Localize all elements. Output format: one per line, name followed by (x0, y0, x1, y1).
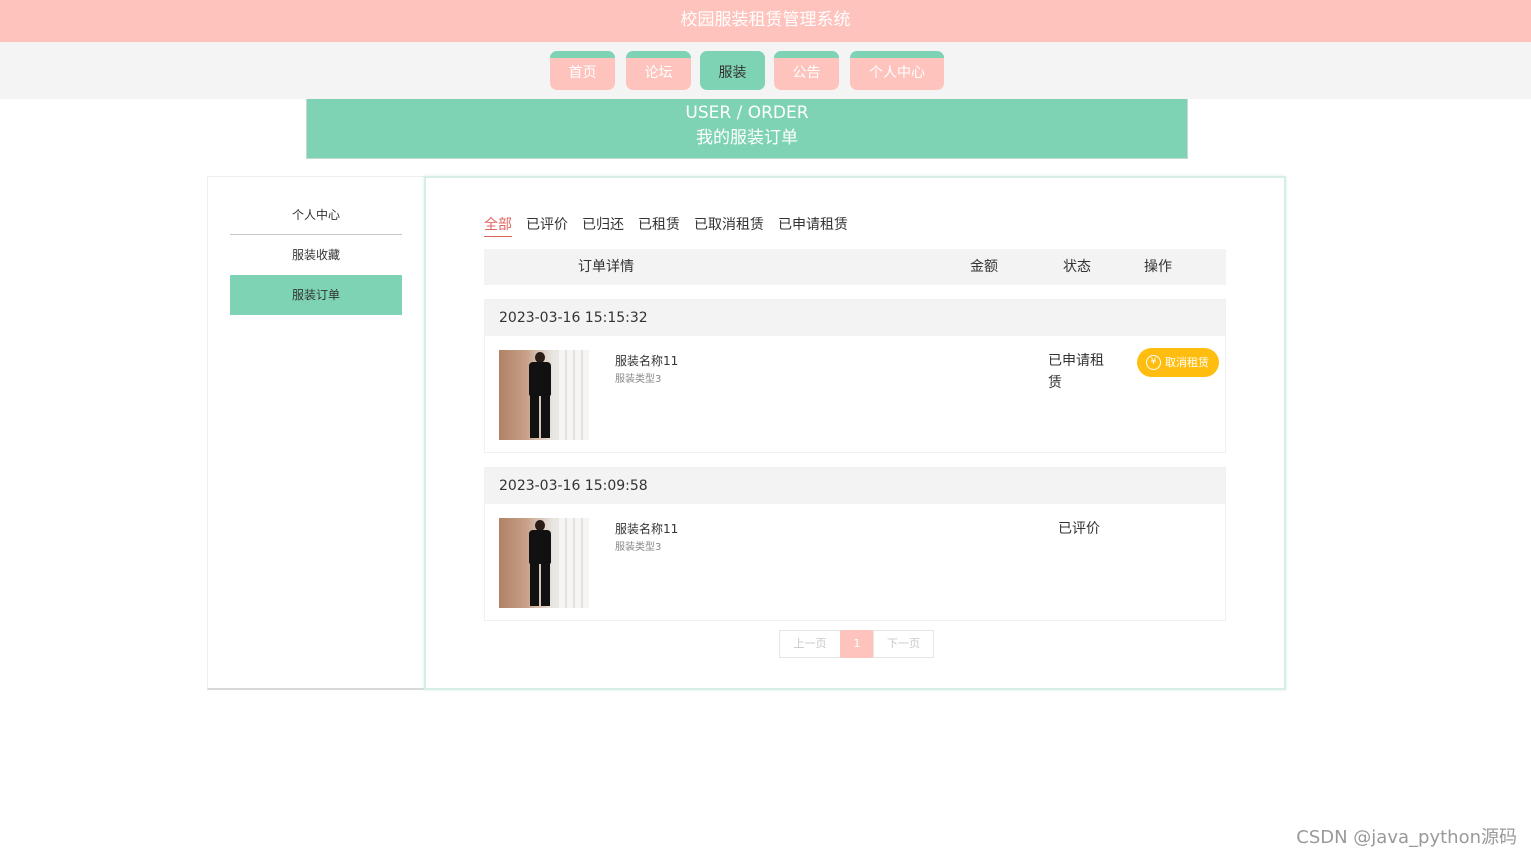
table-header: 订单详情 金额 状态 操作 (484, 249, 1226, 285)
order-time: 2023-03-16 15:15:32 (485, 300, 1225, 336)
tab-rented[interactable]: 已租赁 (638, 214, 680, 236)
product-image[interactable] (499, 350, 589, 440)
sidebar-item-personal-center[interactable]: 个人中心 (230, 195, 402, 235)
order-status: 已评价 (1058, 521, 1100, 537)
nav-item-home[interactable]: 首页 (550, 51, 615, 90)
watermark: CSDN @java_python源码 (1296, 827, 1517, 848)
order-tabs: 全部 已评价 已归还 已租赁 已取消租赁 已申请租赁 (484, 214, 862, 238)
banner-title-en: USER / ORDER (685, 103, 809, 123)
tab-returned[interactable]: 已归还 (582, 214, 624, 236)
order-time: 2023-03-16 15:09:58 (485, 468, 1225, 504)
next-page-button[interactable]: 下一页 (873, 630, 934, 658)
product-type: 服装类型3 (615, 374, 662, 385)
sidebar-item-orders[interactable]: 服装订单 (230, 275, 402, 315)
nav-item-personal-center[interactable]: 个人中心 (850, 51, 944, 90)
order-panel: 全部 已评价 已归还 已租赁 已取消租赁 已申请租赁 订单详情 金额 状态 操作… (424, 176, 1286, 690)
nav-item-forum[interactable]: 论坛 (626, 51, 691, 90)
banner-title-cn: 我的服装订单 (696, 128, 798, 148)
product-name[interactable]: 服装名称11 (615, 520, 678, 537)
header-action: 操作 (1144, 259, 1172, 275)
header-detail: 订单详情 (578, 259, 634, 275)
sidebar-item-favorites[interactable]: 服装收藏 (230, 235, 402, 275)
tab-all[interactable]: 全部 (484, 214, 512, 237)
order-card: 2023-03-16 15:15:32 服装名称11 服装类型3 已申请租 赁 … (484, 299, 1226, 453)
sidebar: 个人中心 服装收藏 服装订单 (207, 176, 425, 690)
yen-icon: ¥ (1146, 355, 1161, 370)
tab-applied[interactable]: 已申请租赁 (778, 214, 848, 236)
header-status: 状态 (1063, 259, 1091, 275)
tab-reviewed[interactable]: 已评价 (526, 214, 568, 236)
product-name[interactable]: 服装名称11 (615, 352, 678, 369)
cancel-rental-button[interactable]: ¥ 取消租赁 (1137, 348, 1219, 377)
main-nav: 首页 论坛 服装 公告 个人中心 (0, 42, 1531, 99)
app-title: 校园服装租赁管理系统 (0, 0, 1531, 42)
header-amount: 金额 (970, 259, 998, 275)
page-banner: USER / ORDER 我的服装订单 (306, 99, 1188, 159)
tab-cancelled[interactable]: 已取消租赁 (694, 214, 764, 236)
nav-item-clothing[interactable]: 服装 (700, 51, 765, 90)
nav-item-notice[interactable]: 公告 (774, 51, 839, 90)
product-type: 服装类型3 (615, 542, 662, 553)
product-image[interactable] (499, 518, 589, 608)
page-number[interactable]: 1 (840, 630, 874, 658)
prev-page-button[interactable]: 上一页 (779, 630, 841, 658)
order-status: 已申请租 赁 (1048, 353, 1104, 391)
order-card: 2023-03-16 15:09:58 服装名称11 服装类型3 已评价 (484, 467, 1226, 621)
